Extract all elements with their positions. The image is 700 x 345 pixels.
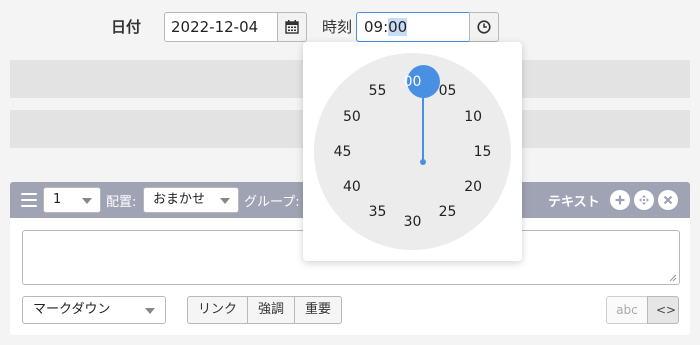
time-label: 時刻	[322, 18, 353, 36]
clock-icon	[477, 20, 491, 34]
chevron-down-icon	[220, 198, 230, 204]
placement-select[interactable]: おまかせ	[143, 187, 239, 213]
minute-option[interactable]: 05	[433, 81, 463, 101]
move-button[interactable]	[634, 190, 654, 210]
format-buttons: リンク 強調 重要	[187, 296, 343, 324]
close-icon	[663, 195, 673, 205]
clock-dial[interactable]: 00 05 10 15 20 25 30 35 40 45 50 55	[314, 53, 511, 250]
minute-option[interactable]: 25	[433, 202, 463, 222]
minute-option[interactable]: 55	[363, 81, 393, 101]
link-button[interactable]: リンク	[187, 296, 249, 324]
plus-icon	[615, 195, 625, 205]
format-select-value: マークダウン	[33, 302, 111, 317]
clock-picker-popup: 00 05 10 15 20 25 30 35 40 45 50 55	[303, 42, 522, 261]
chevron-down-icon	[145, 308, 155, 314]
block-type-label: テキスト	[548, 195, 600, 210]
minute-option[interactable]: 50	[337, 107, 367, 127]
time-input[interactable]: 09:00	[356, 12, 470, 42]
clock-button[interactable]	[469, 12, 499, 42]
format-select[interactable]: マークダウン	[22, 296, 166, 324]
clock-center	[420, 159, 426, 165]
add-button[interactable]	[610, 190, 630, 210]
remove-button[interactable]	[658, 190, 678, 210]
number-select-value: 1	[53, 192, 62, 207]
time-hour: 09:	[364, 18, 389, 36]
hamburger-icon[interactable]	[21, 193, 37, 207]
minute-option[interactable]: 00	[398, 72, 428, 92]
time-minute-selected: 00	[388, 18, 408, 36]
calendar-icon	[285, 20, 299, 34]
minute-option[interactable]: 15	[468, 142, 498, 162]
minute-option[interactable]: 20	[458, 177, 488, 197]
minute-option[interactable]: 45	[328, 142, 358, 162]
mode-toggle: abc <>	[606, 296, 679, 324]
date-input[interactable]: 2022-12-04	[164, 12, 278, 42]
placement-label: 配置:	[106, 195, 137, 210]
move-icon	[639, 195, 649, 205]
minute-option[interactable]: 40	[337, 177, 367, 197]
minute-option[interactable]: 30	[398, 212, 428, 232]
plain-text-mode-button[interactable]: abc	[606, 296, 648, 324]
code-mode-button[interactable]: <>	[647, 296, 679, 324]
number-select[interactable]: 1	[43, 187, 101, 213]
emphasis-button[interactable]: 強調	[247, 296, 296, 324]
resize-grip-icon[interactable]	[669, 274, 677, 282]
group-label: グループ:	[244, 195, 300, 210]
minute-option[interactable]: 35	[363, 202, 393, 222]
important-button[interactable]: 重要	[294, 296, 343, 324]
minute-option[interactable]: 10	[458, 107, 488, 127]
placement-select-value: おまかせ	[153, 192, 206, 207]
date-label: 日付	[111, 18, 142, 36]
calendar-button[interactable]	[277, 12, 307, 42]
chevron-down-icon	[82, 198, 92, 204]
